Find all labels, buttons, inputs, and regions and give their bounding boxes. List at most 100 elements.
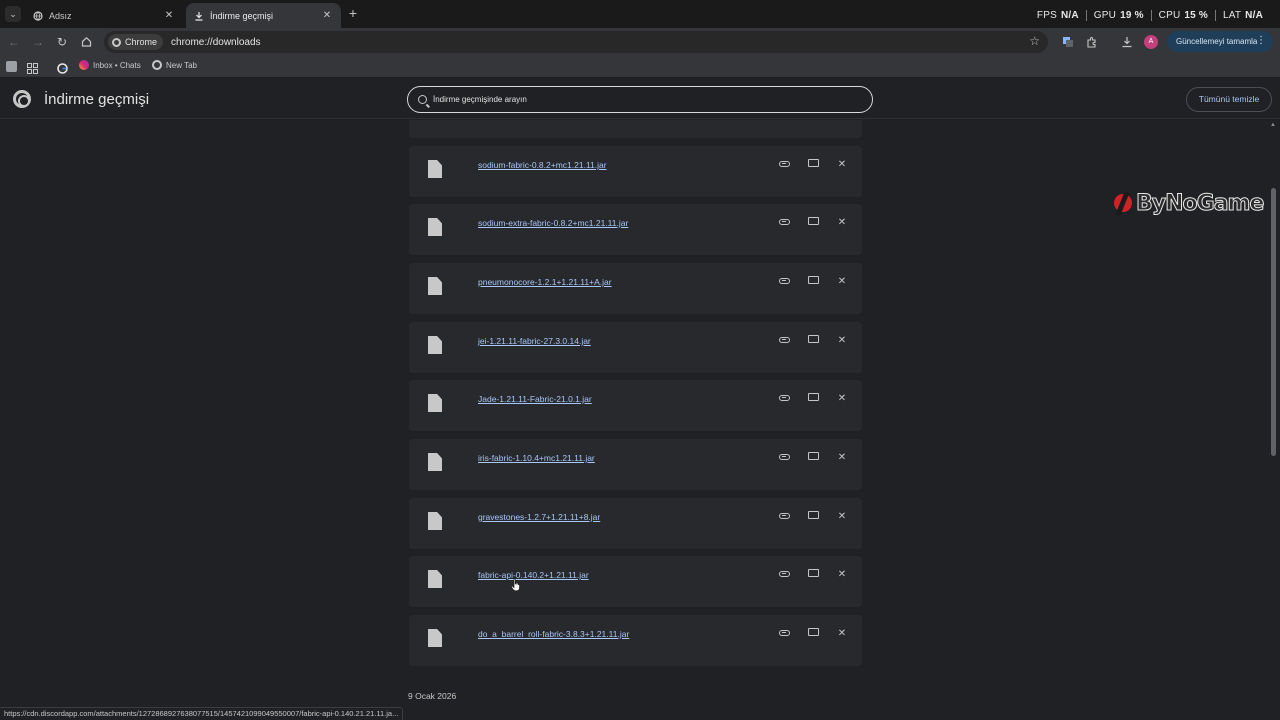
download-item: pneumonocore-1.2.1+1.21.11+A.jar ✕ [409, 263, 862, 314]
link-status-bar: https://cdn.discordapp.com/attachments/1… [0, 707, 404, 720]
bookmark-star-icon[interactable]: ☆ [1029, 34, 1040, 48]
file-icon [428, 160, 442, 178]
show-in-folder-icon[interactable] [804, 566, 822, 584]
copy-link-icon[interactable] [775, 625, 793, 643]
show-in-folder-icon[interactable] [804, 508, 822, 526]
google-icon[interactable] [57, 61, 68, 74]
show-in-folder-icon[interactable] [804, 156, 822, 174]
date-group-label: 9 Ocak 2026 [408, 691, 457, 701]
copy-link-icon[interactable] [775, 273, 793, 291]
tab-search-button[interactable]: ⌄ [5, 6, 21, 22]
download-file-link[interactable]: sodium-fabric-0.8.2+mc1.21.11.jar [478, 160, 607, 170]
browser-toolbar: ← → ↻ Chrome chrome://downloads ☆ [0, 28, 1280, 56]
url-text[interactable]: chrome://downloads [171, 37, 261, 48]
page-title: İndirme geçmişi [44, 91, 150, 108]
copy-link-icon[interactable] [775, 566, 793, 584]
download-file-link[interactable]: iris-fabric-1.10.4+mc1.21.11.jar [478, 453, 595, 463]
scroll-up-arrow-icon[interactable]: ▲ [1270, 122, 1276, 128]
tab-title: Adsız [49, 10, 72, 21]
search-input[interactable] [433, 95, 853, 104]
extensions-icon[interactable] [1084, 34, 1100, 50]
forward-icon[interactable]: → [30, 34, 46, 50]
bookmark-label: Inbox • Chats [93, 60, 141, 70]
new-tab-button[interactable]: + [346, 6, 360, 20]
remove-icon[interactable]: ✕ [833, 390, 851, 408]
download-file-link[interactable]: do_a_barrel_roll-fabric-3.8.3+1.21.11.ja… [478, 629, 629, 639]
reload-icon[interactable]: ↻ [54, 34, 70, 50]
download-file-link[interactable]: gravestones-1.2.7+1.21.11+8.jar [478, 512, 600, 522]
remove-icon[interactable]: ✕ [833, 508, 851, 526]
tab-strip: ⌄ Adsız ✕ İndirme geçmişi ✕ + FPS N/A GPU… [0, 0, 1280, 28]
chrome-logo-icon [13, 90, 31, 108]
update-button-label: Güncellemeyi tamamla [1176, 37, 1258, 46]
download-item: do_a_barrel_roll-fabric-3.8.3+1.21.11.ja… [409, 615, 862, 666]
translate-icon[interactable] [1060, 34, 1076, 50]
gpu-value: 19 % [1120, 10, 1144, 21]
show-in-folder-icon[interactable] [804, 390, 822, 408]
show-in-folder-icon[interactable] [804, 332, 822, 350]
chip-label: Chrome [125, 37, 158, 47]
more-menu-icon[interactable]: ⋮ [1256, 35, 1266, 46]
lat-stat: LAT N/A [1214, 10, 1270, 21]
show-in-folder-icon[interactable] [804, 449, 822, 467]
bookmarks-bar: Inbox • Chats New Tab [0, 56, 1280, 78]
file-icon [428, 629, 442, 647]
bynogame-logo-icon [1114, 190, 1136, 217]
remove-icon[interactable]: ✕ [833, 214, 851, 232]
globe-icon [33, 10, 43, 21]
lat-value: N/A [1245, 10, 1263, 21]
watermark-text: ByNoGame [1135, 190, 1264, 216]
download-item: iris-fabric-1.10.4+mc1.21.11.jar ✕ [409, 439, 862, 490]
performance-overlay: FPS N/A GPU 19 % CPU 15 % LAT N/A [1030, 10, 1270, 21]
show-in-folder-icon[interactable] [804, 214, 822, 232]
copy-link-icon[interactable] [775, 390, 793, 408]
tab-title: İndirme geçmişi [210, 10, 274, 21]
bookmark-inbox-chats[interactable]: Inbox • Chats [79, 60, 141, 70]
copy-link-icon[interactable] [775, 508, 793, 526]
file-icon [428, 218, 442, 236]
address-bar[interactable]: Chrome chrome://downloads ☆ [104, 31, 1048, 53]
tab-untitled[interactable]: Adsız ✕ [25, 3, 183, 28]
update-button[interactable]: Güncellemeyi tamamla ⋮ [1167, 31, 1273, 52]
copy-link-icon[interactable] [775, 332, 793, 350]
copy-link-icon[interactable] [775, 449, 793, 467]
file-icon [428, 512, 442, 530]
site-info-chip[interactable]: Chrome [108, 34, 164, 50]
show-in-folder-icon[interactable] [804, 273, 822, 291]
fps-label: FPS [1036, 10, 1057, 21]
gpu-label: GPU [1093, 10, 1117, 21]
partial-download-card [409, 120, 862, 138]
download-file-link[interactable]: sodium-extra-fabric-0.8.2+mc1.21.11.jar [478, 218, 628, 228]
tab-close-icon[interactable]: ✕ [163, 10, 175, 21]
downloads-header: İndirme geçmişi Tümünü temizle [0, 81, 1280, 119]
file-icon [428, 570, 442, 588]
remove-icon[interactable]: ✕ [833, 156, 851, 174]
download-file-link[interactable]: jei-1.21.11-fabric-27.3.0.14.jar [478, 336, 591, 346]
scrollbar-thumb[interactable] [1271, 188, 1276, 456]
remove-icon[interactable]: ✕ [833, 625, 851, 643]
bookmark-new-tab[interactable]: New Tab [152, 60, 197, 70]
download-file-link[interactable]: pneumonocore-1.2.1+1.21.11+A.jar [478, 277, 612, 287]
sidebar-toggle-icon[interactable] [6, 61, 17, 72]
download-file-link[interactable]: fabric-api-0.140.2+1.21.11.jar [478, 570, 589, 580]
downloads-search[interactable] [407, 86, 873, 113]
tab-close-icon[interactable]: ✕ [321, 10, 333, 21]
download-file-link[interactable]: Jade-1.21.11-Fabric-21.0.1.jar [478, 394, 592, 404]
copy-link-icon[interactable] [775, 156, 793, 174]
apps-grid-icon[interactable] [27, 61, 38, 74]
show-in-folder-icon[interactable] [804, 625, 822, 643]
remove-icon[interactable]: ✕ [833, 332, 851, 350]
remove-icon[interactable]: ✕ [833, 449, 851, 467]
profile-avatar[interactable]: A [1144, 35, 1158, 49]
file-icon [428, 277, 442, 295]
remove-icon[interactable]: ✕ [833, 273, 851, 291]
tab-downloads[interactable]: İndirme geçmişi ✕ [186, 3, 341, 28]
fps-value: N/A [1060, 10, 1079, 21]
copy-link-icon[interactable] [775, 214, 793, 232]
downloads-icon[interactable] [1119, 34, 1135, 50]
remove-icon[interactable]: ✕ [833, 566, 851, 584]
clear-all-button[interactable]: Tümünü temizle [1186, 87, 1272, 112]
home-icon[interactable] [78, 34, 94, 50]
back-icon[interactable]: ← [6, 34, 22, 50]
page-scrollbar[interactable]: ▲ [1270, 120, 1278, 710]
